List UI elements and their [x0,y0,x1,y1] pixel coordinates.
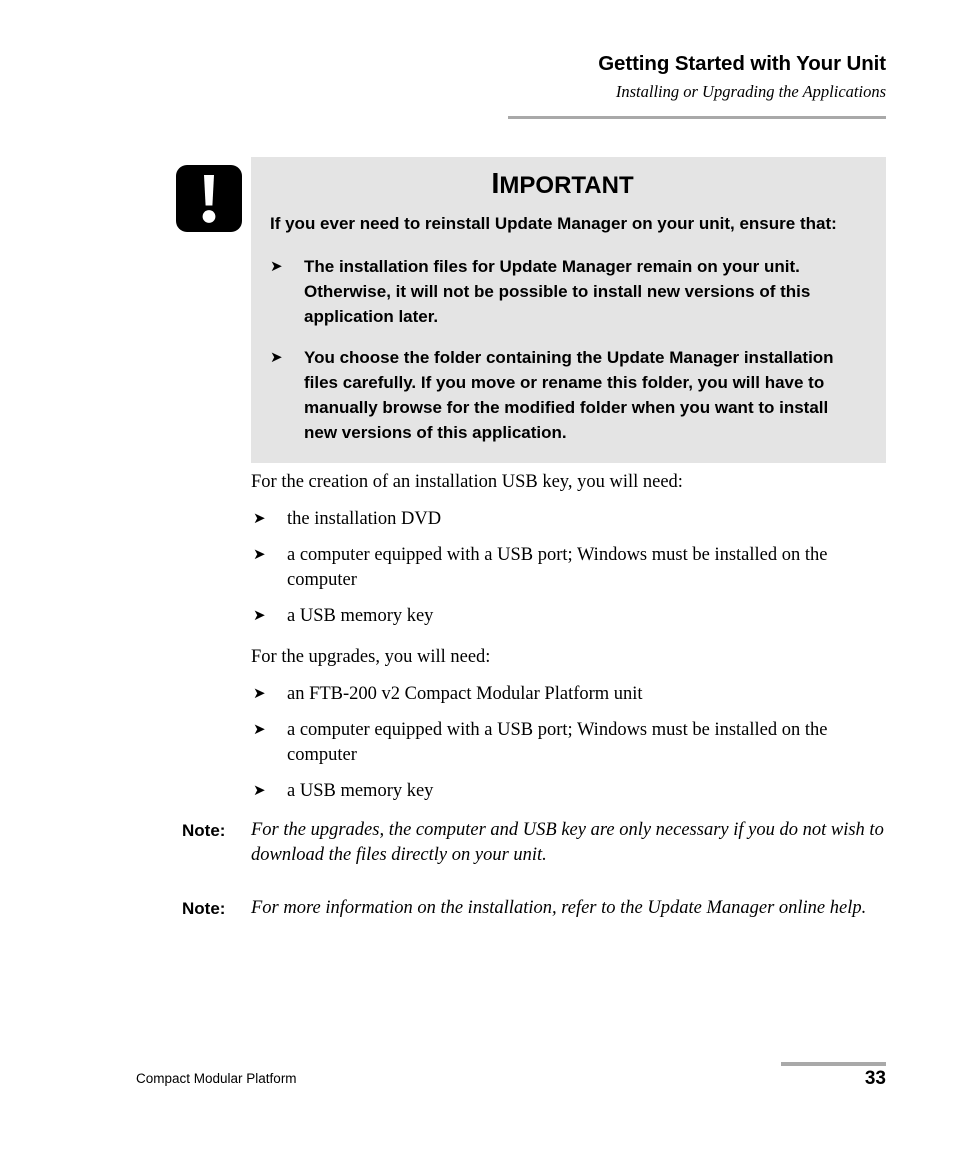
note-text: For the upgrades, the computer and USB k… [251,820,884,865]
list-item-text: a computer equipped with a USB port; Win… [287,720,828,765]
list-item: ➤ a computer equipped with a USB port; W… [251,543,891,593]
list-item: ➤ an FTB-200 v2 Compact Modular Platform… [251,682,891,707]
page-number: 33 [864,1068,886,1089]
creation-requirements-list: ➤ the installation DVD ➤ a computer equi… [251,507,891,629]
list-item-text: You choose the folder containing the Upd… [304,348,834,442]
arrow-bullet-icon: ➤ [253,511,266,527]
arrow-bullet-icon: ➤ [253,608,266,624]
main-content: For the creation of an installation USB … [251,470,891,820]
exclamation-mark-icon [176,165,242,232]
list-item-text: a computer equipped with a USB port; Win… [287,545,828,590]
note-block: Note: For the upgrades, the computer and… [182,818,892,868]
callout-intro: If you ever need to reinstall Update Man… [270,214,837,233]
list-item-text: an FTB-200 v2 Compact Modular Platform u… [287,684,643,704]
list-item: ➤ a computer equipped with a USB port; W… [251,718,891,768]
upgrades-requirements-list: ➤ an FTB-200 v2 Compact Modular Platform… [251,682,891,804]
header-divider [508,116,886,119]
arrow-bullet-icon: ➤ [253,783,266,799]
list-item: ➤ You choose the folder containing the U… [261,345,860,445]
creation-intro-paragraph: For the creation of an installation USB … [251,472,683,492]
arrow-bullet-icon: ➤ [253,722,266,738]
list-item-text: The installation files for Update Manage… [304,257,811,326]
notes-section: Note: For the upgrades, the computer and… [182,818,892,921]
important-callout: IMPORTANT If you ever need to reinstall … [251,157,886,463]
arrow-bullet-icon: ➤ [270,349,283,366]
page-subtitle: Installing or Upgrading the Applications [615,82,886,101]
footer-divider [781,1062,886,1066]
note-text: For more information on the installation… [251,898,867,918]
list-item: ➤ a USB memory key [251,604,891,629]
list-item: ➤ The installation files for Update Mana… [261,254,860,329]
list-item-text: a USB memory key [287,606,434,626]
note-label: Note: [182,899,226,918]
list-item-text: a USB memory key [287,781,434,801]
list-item: ➤ the installation DVD [251,507,891,532]
list-item: ➤ a USB memory key [251,779,891,804]
footer-product-name: Compact Modular Platform [136,1071,297,1086]
arrow-bullet-icon: ➤ [270,258,283,275]
page-header: Getting Started with Your Unit Installin… [0,52,886,103]
callout-title-rest: MPORTANT [499,172,634,199]
note-label: Note: [182,821,226,840]
arrow-bullet-icon: ➤ [253,547,266,563]
callout-bullet-list: ➤ The installation files for Update Mana… [261,254,864,445]
upgrades-intro-paragraph: For the upgrades, you will need: [251,647,491,667]
callout-title: IMPORTANT [261,169,864,204]
page-title: Getting Started with Your Unit [598,52,886,75]
arrow-bullet-icon: ➤ [253,686,266,702]
note-block: Note: For more information on the instal… [182,896,892,921]
list-item-text: the installation DVD [287,509,442,529]
